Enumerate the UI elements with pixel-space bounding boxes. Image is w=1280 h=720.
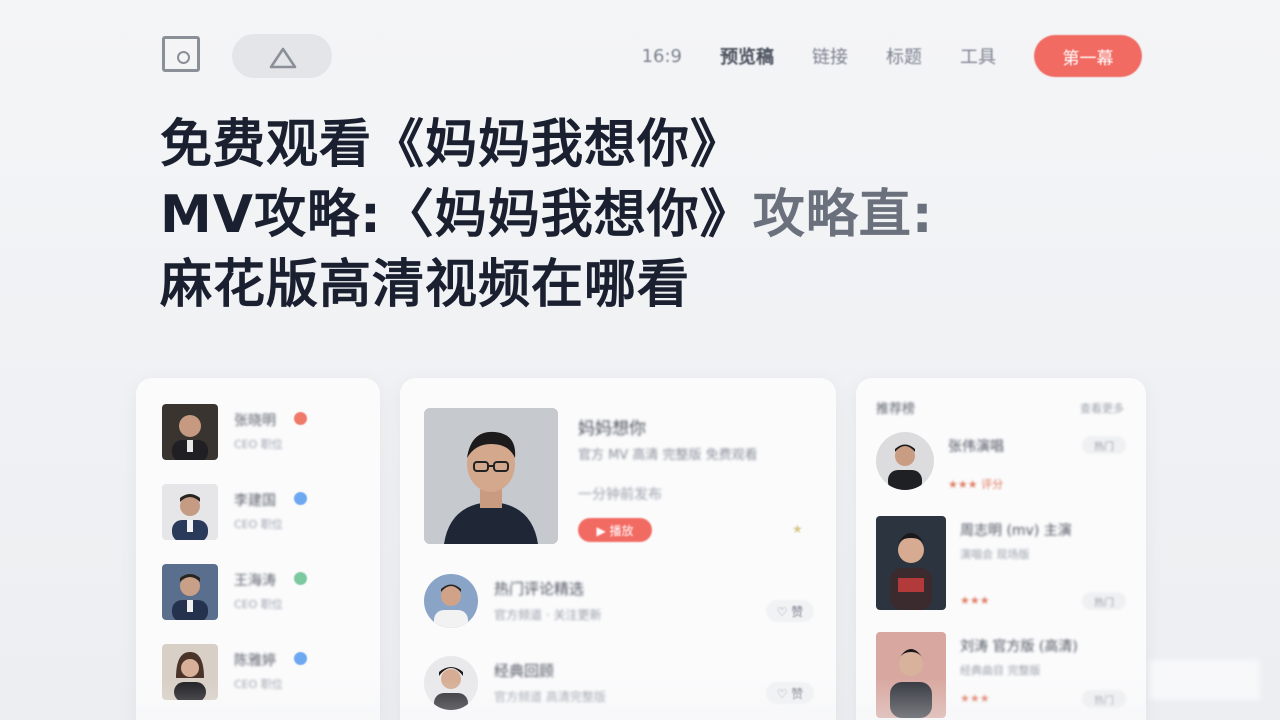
- rating-stars: ★★★: [960, 594, 990, 607]
- person-role: CEO 职位: [234, 518, 283, 531]
- nav-item-aspect-ratio[interactable]: 16:9: [642, 46, 682, 67]
- item-title: 张伟演唱: [948, 439, 1004, 455]
- play-button[interactable]: ▶ 播放: [578, 518, 652, 542]
- people-list-card: 张晓明 CEO 职位 李建国 CEO 职位 王海涛 CEO 职位 陈雅婷 CEO…: [136, 378, 380, 720]
- top-bar: 16:9 预览稿 链接 标题 工具 第一幕: [162, 34, 1142, 78]
- page: 16:9 预览稿 链接 标题 工具 第一幕 免费观看《妈妈我想你》 MV攻略:〈…: [0, 0, 1280, 720]
- feature-meta: 一分钟前发布: [578, 487, 662, 503]
- feature-card: 妈妈想你 官方 MV 高清 完整版 免费观看 一分钟前发布 ▶ 播放 ★ 热门评…: [400, 378, 836, 720]
- logo-icon[interactable]: [162, 36, 200, 72]
- item-subtitle: 演唱会 现场版: [960, 548, 1030, 561]
- item-title: 经典回顾: [494, 662, 555, 680]
- nav-item-tools[interactable]: 工具: [960, 43, 996, 69]
- list-item[interactable]: 陈雅婷 CEO 职位: [162, 644, 362, 700]
- view-more-link[interactable]: 查看更多: [1080, 400, 1124, 416]
- avatar: [162, 564, 218, 620]
- item-subtitle: 官方频道 · 关注更新: [494, 608, 602, 622]
- item-title: 周志明 (mv) 主演: [960, 523, 1072, 539]
- top-nav: 16:9 预览稿 链接 标题 工具 第一幕: [642, 34, 1142, 78]
- avatar: [424, 656, 478, 710]
- item-tag: 热门: [1082, 592, 1126, 610]
- nav-item-link[interactable]: 链接: [812, 43, 848, 69]
- item-subtitle: 官方频道 高清完整版: [494, 690, 606, 704]
- item-subtitle: 经典曲目 完整版: [960, 664, 1041, 677]
- list-item[interactable]: 张伟演唱 ★★★ 评分 热门: [876, 432, 1126, 492]
- status-badge: [294, 572, 307, 585]
- item-title: 刘涛 官方版 (高清): [960, 639, 1078, 655]
- list-item[interactable]: 刘涛 官方版 (高清) 经典曲目 完整版 ★★★ 热门: [876, 632, 1126, 720]
- headline-line-2-main: MV攻略:〈妈妈我想你》: [160, 185, 753, 245]
- item-title: 热门评论精选: [494, 580, 585, 598]
- list-item[interactable]: 热门评论精选 官方频道 · 关注更新 ♡ 赞: [424, 574, 814, 630]
- star-icon[interactable]: ★: [792, 522, 803, 536]
- person-name: 王海涛: [234, 573, 276, 589]
- avatar: [876, 432, 934, 490]
- primary-cta-button[interactable]: 第一幕: [1034, 35, 1142, 77]
- person-role: CEO 职位: [234, 438, 283, 451]
- like-button[interactable]: ♡ 赞: [766, 682, 814, 704]
- headline-line-2: MV攻略:〈妈妈我想你》攻略直:: [160, 180, 934, 250]
- avatar: [162, 644, 218, 700]
- person-role: CEO 职位: [234, 678, 283, 691]
- avatar: [876, 632, 946, 718]
- list-item[interactable]: 经典回顾 官方频道 高清完整版 ♡ 赞: [424, 656, 814, 712]
- status-badge: [294, 492, 307, 505]
- recommendation-card: 推荐榜 查看更多 张伟演唱 ★★★ 评分 热门 周志明 (mv) 主演 演唱会 …: [856, 378, 1146, 720]
- status-badge: [294, 412, 307, 425]
- feature-thumbnail[interactable]: [424, 408, 558, 544]
- status-badge: [294, 652, 307, 665]
- person-name: 张晓明: [234, 413, 276, 429]
- avatar: [876, 516, 946, 610]
- headline-line-2-muted: 攻略直:: [752, 185, 934, 245]
- nav-item-preview[interactable]: 预览稿: [720, 43, 774, 69]
- avatar: [162, 484, 218, 540]
- feature-title: 妈妈想你: [578, 419, 646, 439]
- panel-heading: 推荐榜: [876, 402, 916, 417]
- avatar: [162, 404, 218, 460]
- triangle-icon: [269, 47, 297, 69]
- play-mode-toggle[interactable]: [232, 34, 332, 78]
- list-item[interactable]: 王海涛 CEO 职位: [162, 564, 362, 620]
- like-button[interactable]: ♡ 赞: [766, 600, 814, 622]
- person-name: 李建国: [234, 493, 276, 509]
- item-tag: 热门: [1082, 690, 1126, 708]
- nav-item-title[interactable]: 标题: [886, 43, 922, 69]
- feature-description: 官方 MV 高清 完整版 免费观看: [578, 448, 758, 463]
- list-item[interactable]: 张晓明 CEO 职位: [162, 404, 362, 460]
- person-name: 陈雅婷: [234, 653, 276, 669]
- person-role: CEO 职位: [234, 598, 283, 611]
- rating-stars: ★★★ 评分: [948, 478, 1004, 491]
- page-headline: 免费观看《妈妈我想你》 MV攻略:〈妈妈我想你》攻略直: 麻花版高清视频在哪看: [160, 110, 934, 320]
- list-item[interactable]: 李建国 CEO 职位: [162, 484, 362, 540]
- list-item[interactable]: 周志明 (mv) 主演 演唱会 现场版 ★★★ 热门: [876, 516, 1126, 612]
- watermark-overlay: [1150, 660, 1260, 700]
- headline-line-3: 麻花版高清视频在哪看: [160, 255, 691, 315]
- avatar: [424, 574, 478, 628]
- rating-stars: ★★★: [960, 692, 990, 705]
- headline-line-1: 免费观看《妈妈我想你》: [160, 115, 744, 175]
- item-tag: 热门: [1082, 436, 1126, 454]
